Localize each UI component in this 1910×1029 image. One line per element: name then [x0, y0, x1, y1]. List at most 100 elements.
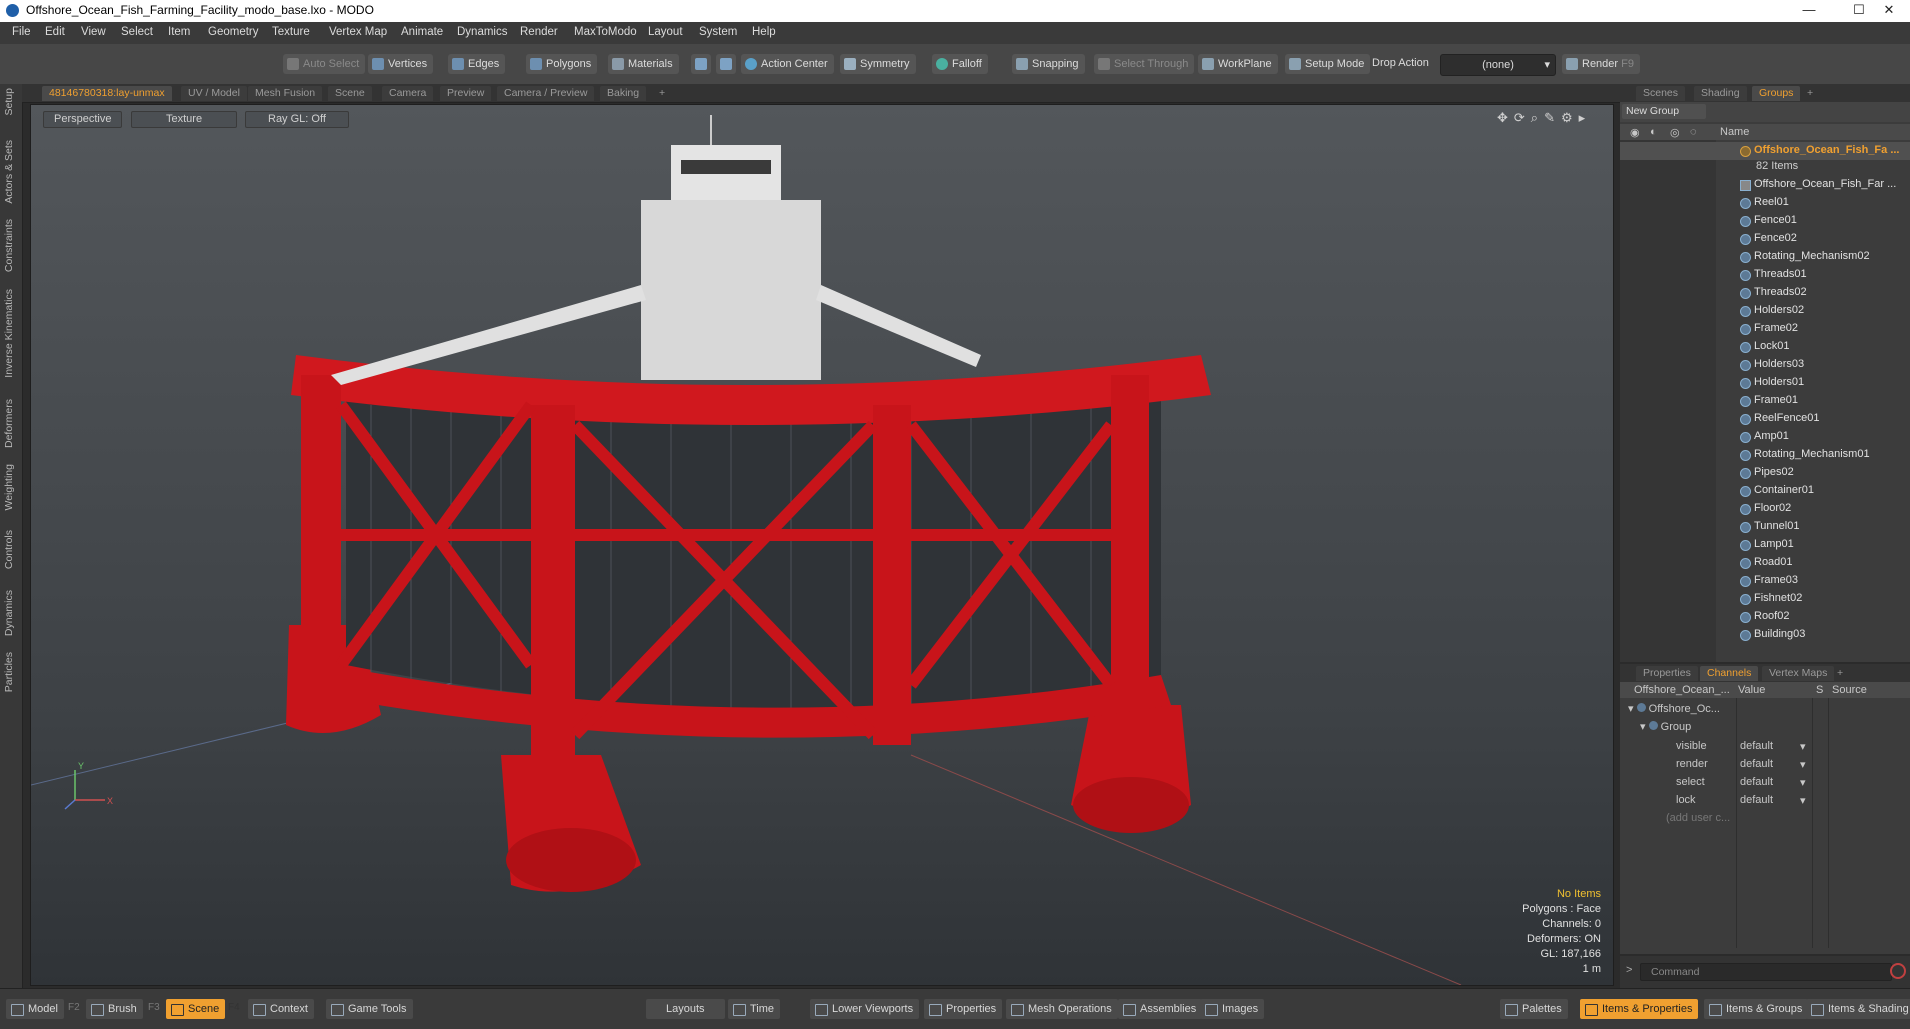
list-item[interactable]: Floor02	[1620, 500, 1910, 518]
vtab-deformers[interactable]: Deformers	[3, 399, 15, 448]
tab-lay-unmax[interactable]: 48146780318:lay-unmax	[42, 86, 172, 101]
list-item[interactable]: Offshore_Ocean_Fish_Far ...	[1620, 176, 1910, 194]
3d-viewport[interactable]: Perspective Texture Ray GL: Off ✥⟳⌕✎⚙▸ Y…	[30, 104, 1614, 986]
add-props-tab-button[interactable]: +	[1830, 666, 1850, 681]
toggle-a-button[interactable]	[691, 54, 711, 74]
edges-button[interactable]: Edges	[448, 54, 506, 74]
lock-toggle-icon[interactable]: ◎	[1670, 126, 1680, 139]
list-item[interactable]: Building03	[1620, 626, 1910, 644]
list-item[interactable]: Holders02	[1620, 302, 1910, 320]
chevron-down-icon[interactable]: ▾	[1800, 758, 1806, 771]
channel-item-row[interactable]: ▾ Offshore_Oc...	[1628, 702, 1720, 715]
layout-model-button[interactable]: Model	[6, 999, 64, 1019]
vtab-dynamics[interactable]: Dynamics	[3, 590, 15, 636]
tab-channels[interactable]: Channels	[1700, 666, 1759, 681]
tab-baking[interactable]: Baking	[600, 86, 647, 101]
chevron-down-icon[interactable]: ▾	[1800, 794, 1806, 807]
list-item[interactable]: Fence02	[1620, 230, 1910, 248]
polygons-button[interactable]: Polygons	[526, 54, 598, 74]
snapping-button[interactable]: Snapping	[1012, 54, 1085, 74]
palettes-button[interactable]: Palettes	[1500, 999, 1568, 1019]
layout-scene-button[interactable]: Scene	[166, 999, 226, 1019]
tab-mesh-fusion[interactable]: Mesh Fusion	[248, 86, 323, 101]
vtab-controls[interactable]: Controls	[3, 530, 15, 569]
menu-geometry[interactable]: Geometry	[208, 26, 259, 38]
menu-system[interactable]: System	[699, 26, 737, 38]
render-toggle-icon[interactable]: ◐	[1650, 126, 1657, 138]
channel-value[interactable]: default	[1740, 776, 1773, 788]
layout-brush-button[interactable]: Brush	[86, 999, 143, 1019]
tab-vertex-maps[interactable]: Vertex Maps	[1762, 666, 1835, 681]
vtab-actors-sets[interactable]: Actors & Sets	[3, 140, 15, 204]
workplane-button[interactable]: WorkPlane	[1198, 54, 1278, 74]
tab-scenes[interactable]: Scenes	[1636, 86, 1686, 101]
menu-layout[interactable]: Layout	[648, 26, 683, 38]
chevron-down-icon[interactable]: ▾	[1800, 776, 1806, 789]
tab-groups[interactable]: Groups	[1752, 86, 1801, 101]
channel-group-row[interactable]: ▾ Group	[1640, 720, 1691, 733]
layout-context-button[interactable]: Context	[248, 999, 314, 1019]
select-through-button[interactable]: Select Through	[1094, 54, 1195, 74]
menu-item[interactable]: Item	[168, 26, 190, 38]
list-item[interactable]: Lock01	[1620, 338, 1910, 356]
vertices-button[interactable]: Vertices	[368, 54, 434, 74]
layouts-button[interactable]: Layouts	[646, 999, 725, 1019]
vtab-constraints[interactable]: Constraints	[3, 219, 15, 272]
tab-camera-preview[interactable]: Camera / Preview	[497, 86, 595, 101]
symmetry-button[interactable]: Symmetry	[840, 54, 916, 74]
lower-viewports-button[interactable]: Lower Viewports	[810, 999, 920, 1019]
properties-button[interactable]: Properties	[924, 999, 1003, 1019]
list-item[interactable]: Container01	[1620, 482, 1910, 500]
menu-edit[interactable]: Edit	[45, 26, 65, 38]
tab-properties[interactable]: Properties	[1636, 666, 1698, 681]
items-shading-button[interactable]: Items & Shading	[1806, 999, 1910, 1019]
vtab-particles[interactable]: Particles	[3, 652, 15, 692]
materials-button[interactable]: Materials	[608, 54, 679, 74]
minimize-button[interactable]: —	[1786, 0, 1832, 22]
new-group-button[interactable]: New Group	[1622, 104, 1706, 119]
channel-row[interactable]: render default ▾	[1620, 756, 1910, 774]
add-panel-tab-button[interactable]: +	[1800, 86, 1820, 101]
list-item[interactable]: Roof02	[1620, 608, 1910, 626]
list-item[interactable]: Amp01	[1620, 428, 1910, 446]
select-toggle-icon[interactable]: ◌	[1690, 126, 1697, 138]
items-groups-button[interactable]: Items & Groups	[1704, 999, 1809, 1019]
list-item[interactable]: Threads02	[1620, 284, 1910, 302]
vtab-inverse-kinematics[interactable]: Inverse Kinematics	[3, 289, 15, 378]
vtab-weighting[interactable]: Weighting	[3, 464, 15, 511]
list-item[interactable]: Pipes02	[1620, 464, 1910, 482]
list-item[interactable]: ReelFence01	[1620, 410, 1910, 428]
eye-icon[interactable]: ◉	[1630, 126, 1640, 139]
list-item[interactable]: Holders03	[1620, 356, 1910, 374]
record-icon[interactable]	[1890, 963, 1906, 979]
layout-game-tools-button[interactable]: Game Tools	[326, 999, 413, 1019]
menu-file[interactable]: File	[12, 26, 31, 38]
assemblies-button[interactable]: Assemblies	[1118, 999, 1203, 1019]
list-item[interactable]: Tunnel01	[1620, 518, 1910, 536]
list-item[interactable]: Threads01	[1620, 266, 1910, 284]
list-item[interactable]: Frame01	[1620, 392, 1910, 410]
mesh-operations-button[interactable]: Mesh Operations	[1006, 999, 1118, 1019]
list-item[interactable]: Road01	[1620, 554, 1910, 572]
items-properties-button[interactable]: Items & Properties	[1580, 999, 1699, 1019]
menu-animate[interactable]: Animate	[401, 26, 443, 38]
list-item[interactable]: Rotating_Mechanism02	[1620, 248, 1910, 266]
menu-texture[interactable]: Texture	[272, 26, 310, 38]
menu-maxtomodo[interactable]: MaxToModo	[574, 26, 637, 38]
vtab-setup[interactable]: Setup	[3, 88, 15, 115]
tab-camera[interactable]: Camera	[382, 86, 434, 101]
channel-value[interactable]: default	[1740, 794, 1773, 806]
add-user-channel[interactable]: (add user c...	[1666, 812, 1730, 824]
auto-select-button[interactable]: Auto Select	[283, 54, 366, 74]
menu-vertex-map[interactable]: Vertex Map	[329, 26, 387, 38]
channel-row[interactable]: lock default ▾	[1620, 792, 1910, 810]
images-button[interactable]: Images	[1200, 999, 1265, 1019]
tab-scene[interactable]: Scene	[328, 86, 372, 101]
time-button[interactable]: Time	[728, 999, 781, 1019]
list-item[interactable]: Holders01	[1620, 374, 1910, 392]
menu-help[interactable]: Help	[752, 26, 776, 38]
menu-view[interactable]: View	[81, 26, 106, 38]
list-item[interactable]: Frame02	[1620, 320, 1910, 338]
list-item[interactable]: Rotating_Mechanism01	[1620, 446, 1910, 464]
toggle-b-button[interactable]	[716, 54, 736, 74]
